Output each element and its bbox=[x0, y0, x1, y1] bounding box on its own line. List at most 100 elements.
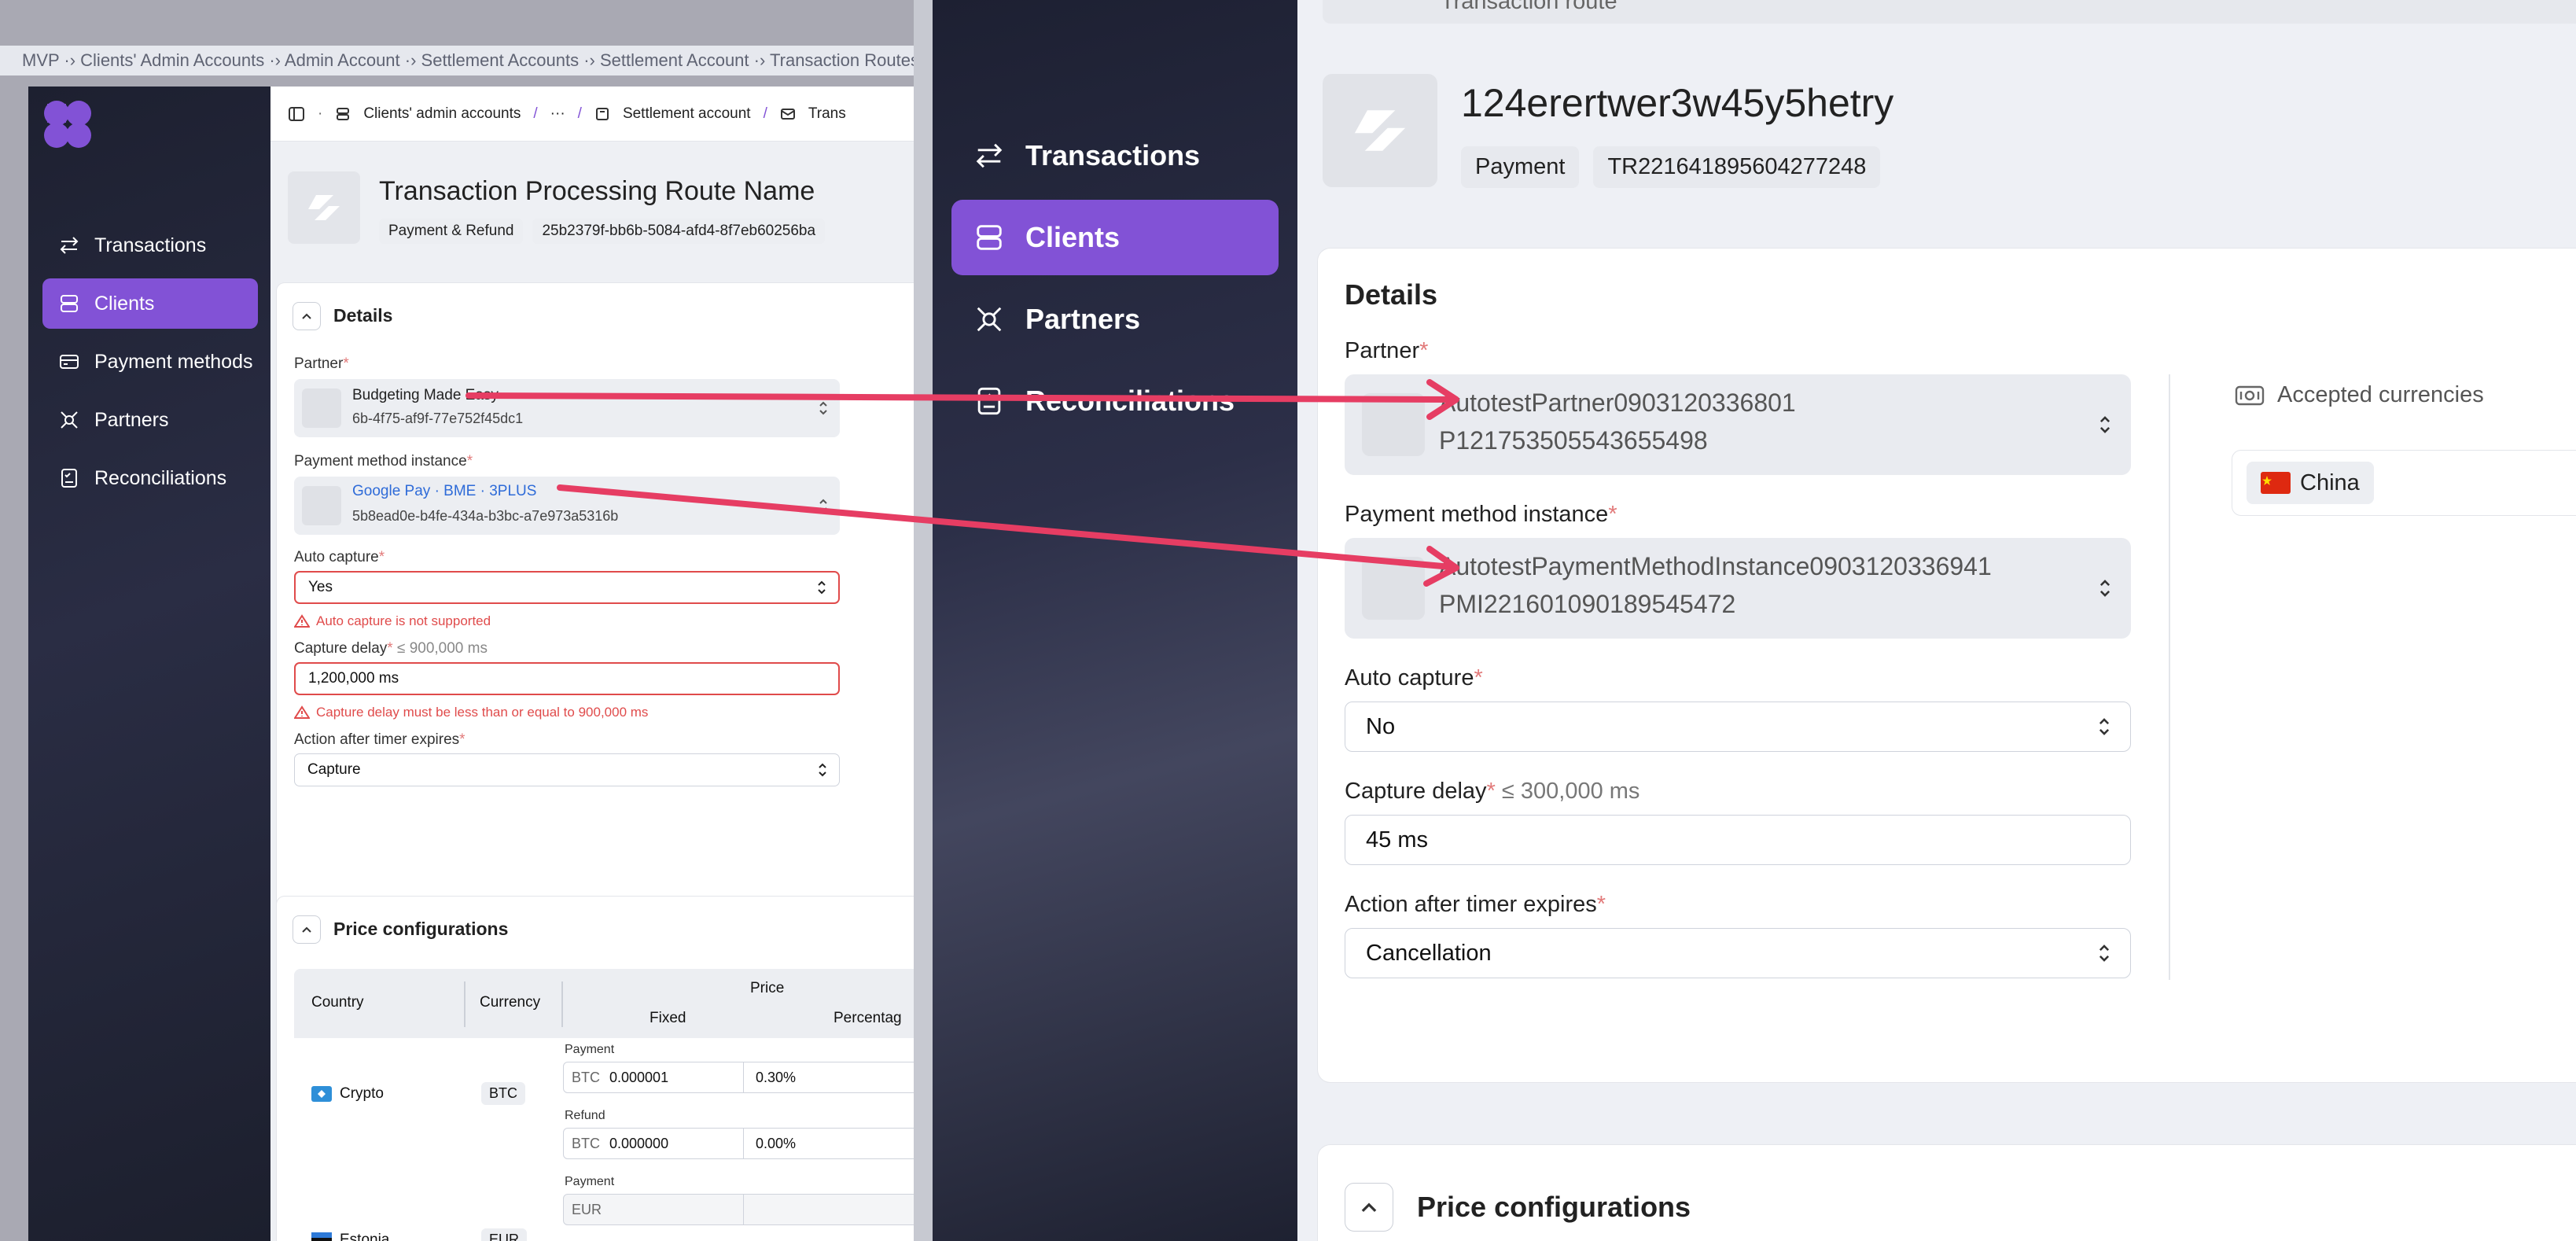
col-country: Country bbox=[311, 994, 364, 1011]
sidebar-item-clients[interactable]: Clients bbox=[42, 278, 258, 329]
row-country: Estonia bbox=[311, 1232, 389, 1241]
checklist-icon bbox=[58, 467, 80, 489]
action-label: Action after timer expires* bbox=[294, 731, 466, 748]
database-icon bbox=[58, 293, 80, 315]
divider bbox=[464, 981, 466, 1027]
page-title: 124erertwer3w45y5hetry bbox=[1461, 81, 1894, 125]
country-chip: China bbox=[2247, 462, 2374, 504]
partner-select[interactable]: AutotestPartner0903120336801 P1217535055… bbox=[1345, 374, 2131, 475]
card-icon bbox=[58, 351, 80, 373]
pmi-link[interactable]: Google Pay · BME · 3PLUS bbox=[352, 483, 536, 500]
sidebar-item-label: Partners bbox=[94, 408, 169, 431]
money-icon bbox=[2235, 385, 2265, 405]
route-id-tag: 25b2379f-bb6b-5084-afd4-8f7eb60256ba bbox=[532, 219, 826, 244]
refund-label: Refund bbox=[565, 1109, 605, 1122]
crumb-separator: / bbox=[533, 105, 538, 122]
collapse-button[interactable] bbox=[293, 302, 321, 330]
chevron-updown-icon bbox=[2099, 580, 2110, 597]
right-sidebar: Transactions Clients Partners Reconcilia… bbox=[933, 0, 1297, 1241]
refund-fixed-input[interactable]: BTC 0.000000 0.00% bbox=[563, 1128, 914, 1159]
details-heading: Details bbox=[333, 305, 393, 326]
payment-fixed-input[interactable]: EUR bbox=[563, 1194, 914, 1225]
sidebar-item-clients[interactable]: Clients bbox=[951, 200, 1279, 275]
chevron-updown-icon bbox=[819, 499, 827, 513]
left-sidebar: Transactions Clients Payment methods Par… bbox=[28, 87, 270, 1241]
network-icon bbox=[973, 304, 1005, 335]
pmi-label: Payment method instance* bbox=[1345, 502, 1617, 527]
sidebar-item-label: Payment methods bbox=[94, 350, 253, 373]
building-icon bbox=[335, 106, 351, 122]
payment-label: Payment bbox=[565, 1043, 615, 1056]
partner-id: 6b-4f75-af9f-77e752f45dc1 bbox=[352, 411, 524, 426]
network-icon bbox=[58, 409, 80, 431]
capture-delay-input[interactable]: 45 ms bbox=[1345, 815, 2131, 865]
right-main: Transaction route 124erertwer3w45y5hetry… bbox=[1297, 0, 2576, 1241]
more-crumbs-button[interactable]: ··· bbox=[550, 105, 565, 123]
capture-delay-label: Capture delay* ≤ 900,000 ms bbox=[294, 640, 488, 657]
col-fixed: Fixed bbox=[650, 1010, 686, 1026]
pmi-select[interactable]: AutotestPaymentMethodInstance09031203369… bbox=[1345, 538, 2131, 639]
sidebar-item-reconciliations[interactable]: Reconciliations bbox=[42, 453, 258, 503]
col-percentage: Percentag bbox=[834, 1010, 902, 1026]
sidebar-toggle-icon[interactable] bbox=[288, 105, 305, 123]
route-avatar bbox=[1323, 74, 1437, 187]
sidebar-item-label: Clients bbox=[94, 292, 155, 315]
sidebar-item-payment-methods[interactable]: Payment methods bbox=[42, 337, 258, 387]
sidebar-item-transactions[interactable]: Transactions bbox=[951, 118, 1279, 193]
details-card: Details Partner* AutotestPartner09031203… bbox=[1318, 249, 2576, 1082]
mail-icon bbox=[780, 106, 796, 122]
chevron-up-icon bbox=[302, 926, 311, 933]
accepted-currencies-header: Accepted currencies bbox=[2235, 382, 2484, 408]
col-price: Price bbox=[750, 980, 785, 996]
collapse-button[interactable] bbox=[1345, 1183, 1393, 1232]
topbar-crumb-settlement[interactable]: Settlement account bbox=[623, 105, 751, 123]
sidebar-item-label: Transactions bbox=[94, 234, 207, 256]
currency-row: China bbox=[2232, 450, 2576, 516]
wallet-icon bbox=[594, 106, 610, 122]
row-currency: BTC bbox=[481, 1082, 525, 1105]
window-edge bbox=[914, 0, 933, 1241]
partner-label: Partner* bbox=[1345, 338, 1429, 363]
warning-icon bbox=[294, 614, 310, 628]
checklist-icon bbox=[973, 385, 1005, 417]
chevron-updown-icon bbox=[818, 580, 826, 595]
breadcrumb: MVP ·› Clients' Admin Accounts ·› Admin … bbox=[0, 46, 914, 75]
action-label: Action after timer expires* bbox=[1345, 892, 1606, 917]
pmi-avatar bbox=[1362, 557, 1425, 620]
left-main: · Clients' admin accounts / ··· / Settle… bbox=[270, 87, 914, 1241]
collapse-button[interactable] bbox=[293, 915, 321, 944]
chevron-updown-icon bbox=[819, 401, 827, 415]
partner-name: AutotestPartner0903120336801 bbox=[1439, 389, 1796, 417]
estonia-flag-icon bbox=[311, 1232, 332, 1241]
top-bar: · Clients' admin accounts / ··· / Settle… bbox=[270, 87, 914, 142]
action-select[interactable]: Capture bbox=[294, 753, 840, 786]
action-select[interactable]: Cancellation bbox=[1345, 928, 2131, 978]
sidebar-item-partners[interactable]: Partners bbox=[42, 395, 258, 445]
crumb-separator: / bbox=[763, 105, 767, 122]
pmi-avatar bbox=[302, 486, 341, 525]
sidebar-item-partners[interactable]: Partners bbox=[951, 282, 1279, 357]
topbar-crumb-clients[interactable]: Clients' admin accounts bbox=[363, 105, 521, 123]
top-chip: Transaction route bbox=[1323, 0, 2576, 24]
pmi-select[interactable]: Google Pay · BME · 3PLUS 5b8ead0e-b4fe-4… bbox=[294, 477, 840, 535]
payment-fixed-input[interactable]: BTC 0.000001 0.30% bbox=[563, 1062, 914, 1093]
divider bbox=[2169, 374, 2170, 980]
auto-capture-select[interactable]: Yes bbox=[294, 571, 840, 604]
auto-capture-error: Auto capture is not supported bbox=[294, 613, 491, 629]
partner-select[interactable]: Budgeting Made Easy 6b-4f75-af9f-77e752f… bbox=[294, 379, 840, 437]
auto-capture-select[interactable]: No bbox=[1345, 702, 2131, 752]
sidebar-item-transactions[interactable]: Transactions bbox=[42, 220, 258, 271]
chevron-updown-icon bbox=[2099, 416, 2110, 433]
chevron-up-icon bbox=[302, 313, 311, 319]
chevron-up-icon bbox=[1361, 1202, 1377, 1213]
col-currency: Currency bbox=[480, 994, 541, 1011]
dot-separator: · bbox=[318, 105, 323, 122]
price-table-header: Country Currency Price Fixed Percentag bbox=[294, 969, 914, 1038]
sidebar-item-label: Partners bbox=[1025, 303, 1141, 335]
auto-capture-label: Auto capture* bbox=[294, 549, 385, 565]
topbar-crumb-route[interactable]: Trans bbox=[808, 105, 846, 123]
sidebar-item-reconciliations[interactable]: Reconciliations bbox=[951, 363, 1279, 439]
partner-avatar bbox=[302, 389, 341, 428]
crypto-flag-icon bbox=[311, 1086, 332, 1102]
capture-delay-input[interactable]: 1,200,000 ms bbox=[294, 662, 840, 695]
